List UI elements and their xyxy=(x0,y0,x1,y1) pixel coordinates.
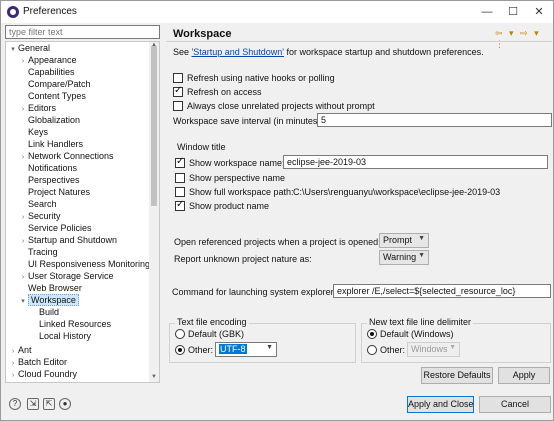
tree-item-search[interactable]: Search xyxy=(28,198,57,210)
show-workspace-name-checkbox[interactable]: Show workspace name: xyxy=(175,156,285,168)
tree-item-content-types[interactable]: Content Types xyxy=(28,90,86,102)
save-interval-input[interactable]: 5 xyxy=(317,113,552,127)
tree-scrollbar[interactable]: ▲ ▼ xyxy=(149,42,159,382)
chevron-right-icon[interactable]: › xyxy=(18,152,28,164)
show-product-checkbox[interactable]: Show product name xyxy=(175,199,269,211)
unknown-nature-select[interactable]: Warning ▼ xyxy=(379,250,429,265)
help-icon[interactable]: ? xyxy=(9,398,21,410)
chevron-right-icon[interactable]: › xyxy=(18,212,28,224)
tree-item-network-connections[interactable]: › Network Connections xyxy=(18,150,114,162)
tree-item-appearance[interactable]: › Appearance xyxy=(18,54,77,66)
tree-item-perspectives[interactable]: Perspectives xyxy=(28,174,80,186)
tree-item-service-policies[interactable]: Service Policies xyxy=(28,222,92,234)
system-explorer-label: Command for launching system explorer: xyxy=(172,287,337,297)
close-button[interactable]: ✕ xyxy=(531,4,547,20)
delimiter-group-label: New text file line delimiter xyxy=(367,317,474,327)
system-explorer-input[interactable]: explorer /E,/select=${selected_resource_… xyxy=(333,284,551,298)
import-icon[interactable]: ⇲ xyxy=(27,398,39,410)
refresh-native-checkbox[interactable]: Refresh using native hooks or polling xyxy=(173,73,335,83)
encoding-group-label: Text file encoding xyxy=(175,317,249,327)
maximize-button[interactable]: ☐ xyxy=(505,4,521,20)
unknown-nature-label: Report unknown project nature as: xyxy=(174,254,312,264)
chevron-down-icon: ▼ xyxy=(266,344,273,351)
chevron-down-icon: ▼ xyxy=(418,252,425,259)
tree-item-local-history[interactable]: Local History xyxy=(39,330,91,342)
chevron-right-icon[interactable]: › xyxy=(18,236,28,248)
window-title: Preferences xyxy=(23,6,77,17)
tree-item-workspace[interactable]: ▾ Workspace xyxy=(18,294,79,306)
window-title-group-label: Window title xyxy=(177,142,226,152)
apply-and-close-button[interactable]: Apply and Close xyxy=(407,396,474,413)
record-icon[interactable]: ● xyxy=(59,398,71,410)
tree-item-globalization[interactable]: Globalization xyxy=(28,114,80,126)
show-full-path-checkbox[interactable]: Show full workspace path: xyxy=(175,187,294,197)
tree-item-startup-shutdown[interactable]: › Startup and Shutdown xyxy=(18,234,117,246)
eclipse-icon xyxy=(7,6,19,18)
tree-item-capabilities[interactable]: Capabilities xyxy=(28,66,75,78)
chevron-down-icon[interactable]: ▾ xyxy=(8,44,18,56)
encoding-default-radio[interactable]: Default (GBK) xyxy=(175,329,244,339)
title-divider xyxy=(166,41,552,42)
tree-item-batch-editor[interactable]: › Batch Editor xyxy=(8,356,67,368)
scroll-down-icon[interactable]: ▼ xyxy=(149,374,159,382)
tree-item-ui-responsiveness[interactable]: UI Responsiveness Monitoring xyxy=(28,258,150,270)
page-title: Workspace xyxy=(173,28,232,40)
tree-item-web-browser[interactable]: Web Browser xyxy=(28,282,82,294)
tree-item-link-handlers[interactable]: Link Handlers xyxy=(28,138,83,150)
restore-defaults-button[interactable]: Restore Defaults xyxy=(421,367,493,384)
cancel-button[interactable]: Cancel xyxy=(479,396,551,413)
refresh-access-checkbox[interactable]: Refresh on access xyxy=(173,85,262,97)
startup-shutdown-link[interactable]: 'Startup and Shutdown' xyxy=(192,47,285,57)
tree-item-tracing[interactable]: Tracing xyxy=(28,246,58,258)
preference-tree: ▾ General › Appearance Capabilities Compar… xyxy=(5,41,160,383)
chevron-right-icon[interactable]: › xyxy=(18,104,28,116)
tree-item-general[interactable]: ▾ General xyxy=(8,42,50,54)
save-interval-label: Workspace save interval (in minutes): xyxy=(173,116,323,126)
chevron-down-icon: ▼ xyxy=(418,235,425,242)
preferences-window: Preferences — ☐ ✕ ▾General ›Appearance C… xyxy=(0,0,554,421)
tree-item-security[interactable]: › Security xyxy=(18,210,61,222)
tree-item-editors[interactable]: › Editors xyxy=(18,102,56,114)
tree-item-workspace-label: Workspace xyxy=(28,294,79,306)
apply-button[interactable]: Apply xyxy=(498,367,550,384)
tree-item-project-natures[interactable]: Project Natures xyxy=(28,186,90,198)
open-referenced-select[interactable]: Prompt ▼ xyxy=(379,233,429,248)
tree-item-notifications[interactable]: Notifications xyxy=(28,162,77,174)
tree-item-ant[interactable]: › Ant xyxy=(8,344,32,356)
tree-item-compare-patch[interactable]: Compare/Patch xyxy=(28,78,91,90)
chevron-right-icon[interactable]: › xyxy=(8,370,18,382)
delimiter-default-radio[interactable]: Default (Windows) xyxy=(367,329,454,339)
workspace-name-input[interactable]: eclipse-jee-2019-03 xyxy=(283,155,548,169)
encoding-select[interactable]: UTF-8 ▼ xyxy=(215,342,277,357)
navigation-arrows-icon[interactable]: ⇦ ▾ ⇨ ▾ ⋮ xyxy=(495,28,553,50)
delimiter-select[interactable]: Windows ▼ xyxy=(407,342,460,357)
minimize-button[interactable]: — xyxy=(479,4,495,20)
tree-item-linked-resources[interactable]: Linked Resources xyxy=(39,318,111,330)
show-perspective-checkbox[interactable]: Show perspective name xyxy=(175,173,285,183)
open-referenced-label: Open referenced projects when a project … xyxy=(174,237,381,247)
close-unrelated-checkbox[interactable]: Always close unrelated projects without … xyxy=(173,101,375,111)
chevron-down-icon: ▼ xyxy=(449,344,456,351)
full-path-value: C:\Users\renguanyu\workspace\eclipse-jee… xyxy=(293,187,501,197)
chevron-down-icon[interactable]: ▾ xyxy=(18,296,28,308)
title-bar: Preferences — ☐ ✕ xyxy=(1,1,553,23)
tree-item-user-storage[interactable]: › User Storage Service xyxy=(18,270,114,282)
chevron-right-icon[interactable]: › xyxy=(18,272,28,284)
chevron-right-icon[interactable]: › xyxy=(18,56,28,68)
tree-item-build[interactable]: Build xyxy=(39,306,59,318)
export-icon[interactable]: ⇱ xyxy=(43,398,55,410)
delimiter-other-radio[interactable]: Other: xyxy=(367,345,405,355)
scrollbar-thumb[interactable] xyxy=(151,46,157,206)
tree-item-cloud-foundry[interactable]: › Cloud Foundry xyxy=(8,368,77,380)
tree-item-keys[interactable]: Keys xyxy=(28,126,48,138)
filter-input[interactable] xyxy=(5,25,160,39)
encoding-other-radio[interactable]: Other: xyxy=(175,345,213,355)
intro-text: See 'Startup and Shutdown' for workspace… xyxy=(173,47,484,57)
